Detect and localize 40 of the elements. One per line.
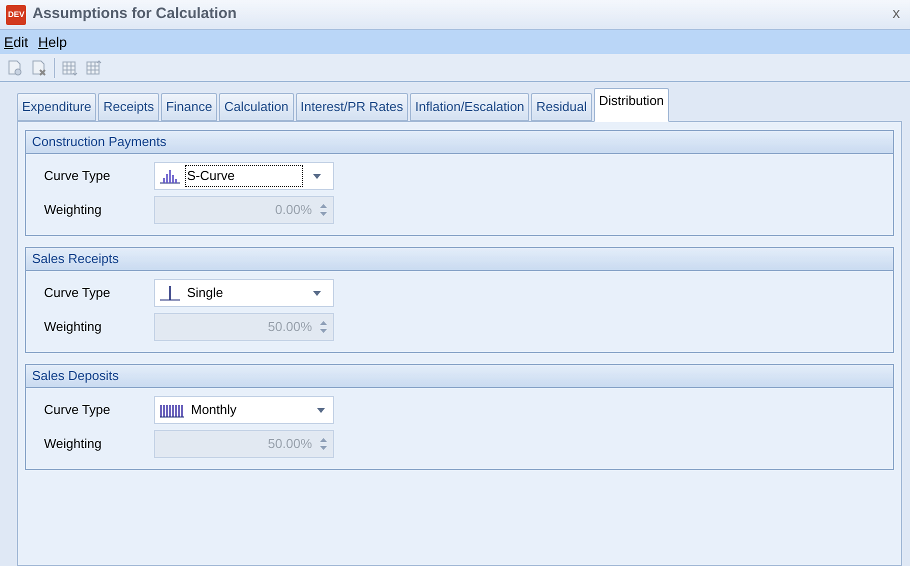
weighting-value: 50.00% — [268, 435, 312, 454]
weighting-value: 0.00% — [275, 201, 312, 220]
bar-chart-icon — [159, 402, 185, 418]
caret-icon — [313, 290, 321, 296]
group-title: Sales Receipts — [26, 248, 893, 271]
menu-item[interactable]: Help — [38, 32, 67, 52]
close-button[interactable]: x — [888, 3, 904, 26]
tab[interactable]: Receipts — [98, 93, 159, 121]
curve-type-dropdown[interactable]: Single — [154, 279, 334, 307]
spinner-arrows-icon — [320, 437, 327, 451]
tab[interactable]: Calculation — [219, 93, 294, 121]
field-label: Curve Type — [44, 167, 112, 186]
tab[interactable]: Distribution — [594, 88, 669, 122]
dropdown-value: S-Curve — [185, 165, 303, 187]
caret-icon — [313, 174, 321, 178]
spinner-arrows-icon — [320, 203, 327, 217]
dropdown-value: Single — [186, 284, 224, 302]
app-logo: DEV — [6, 4, 26, 24]
field-label: Curve Type — [44, 401, 112, 420]
menu-item[interactable]: Edit — [4, 32, 28, 52]
group-title: Sales Deposits — [26, 365, 893, 388]
tab[interactable]: Finance — [160, 93, 218, 121]
weighting-value: 50.00% — [268, 318, 312, 336]
single-bar-icon — [159, 285, 181, 301]
spinner-arrows-icon — [320, 320, 327, 334]
tab[interactable]: Interest/PR Rates — [296, 93, 408, 121]
group-title: Construction Payments — [26, 131, 893, 154]
field-label: Curve Type — [44, 284, 112, 302]
tab[interactable]: Residual — [531, 93, 592, 121]
tab[interactable]: Inflation/Escalation — [410, 93, 530, 121]
bar-chart-icon — [159, 168, 181, 184]
field-label: Weighting — [44, 318, 103, 336]
dropdown-value: Monthly — [190, 401, 238, 420]
curve-type-dropdown[interactable]: S-Curve — [154, 162, 334, 190]
curve-type-dropdown[interactable]: Monthly — [154, 396, 334, 424]
field-label: Weighting — [44, 201, 103, 220]
caret-icon — [317, 408, 325, 412]
window-title: Assumptions for Calculation — [32, 4, 238, 24]
tab[interactable]: Expenditure — [17, 93, 96, 121]
field-label: Weighting — [44, 435, 103, 454]
